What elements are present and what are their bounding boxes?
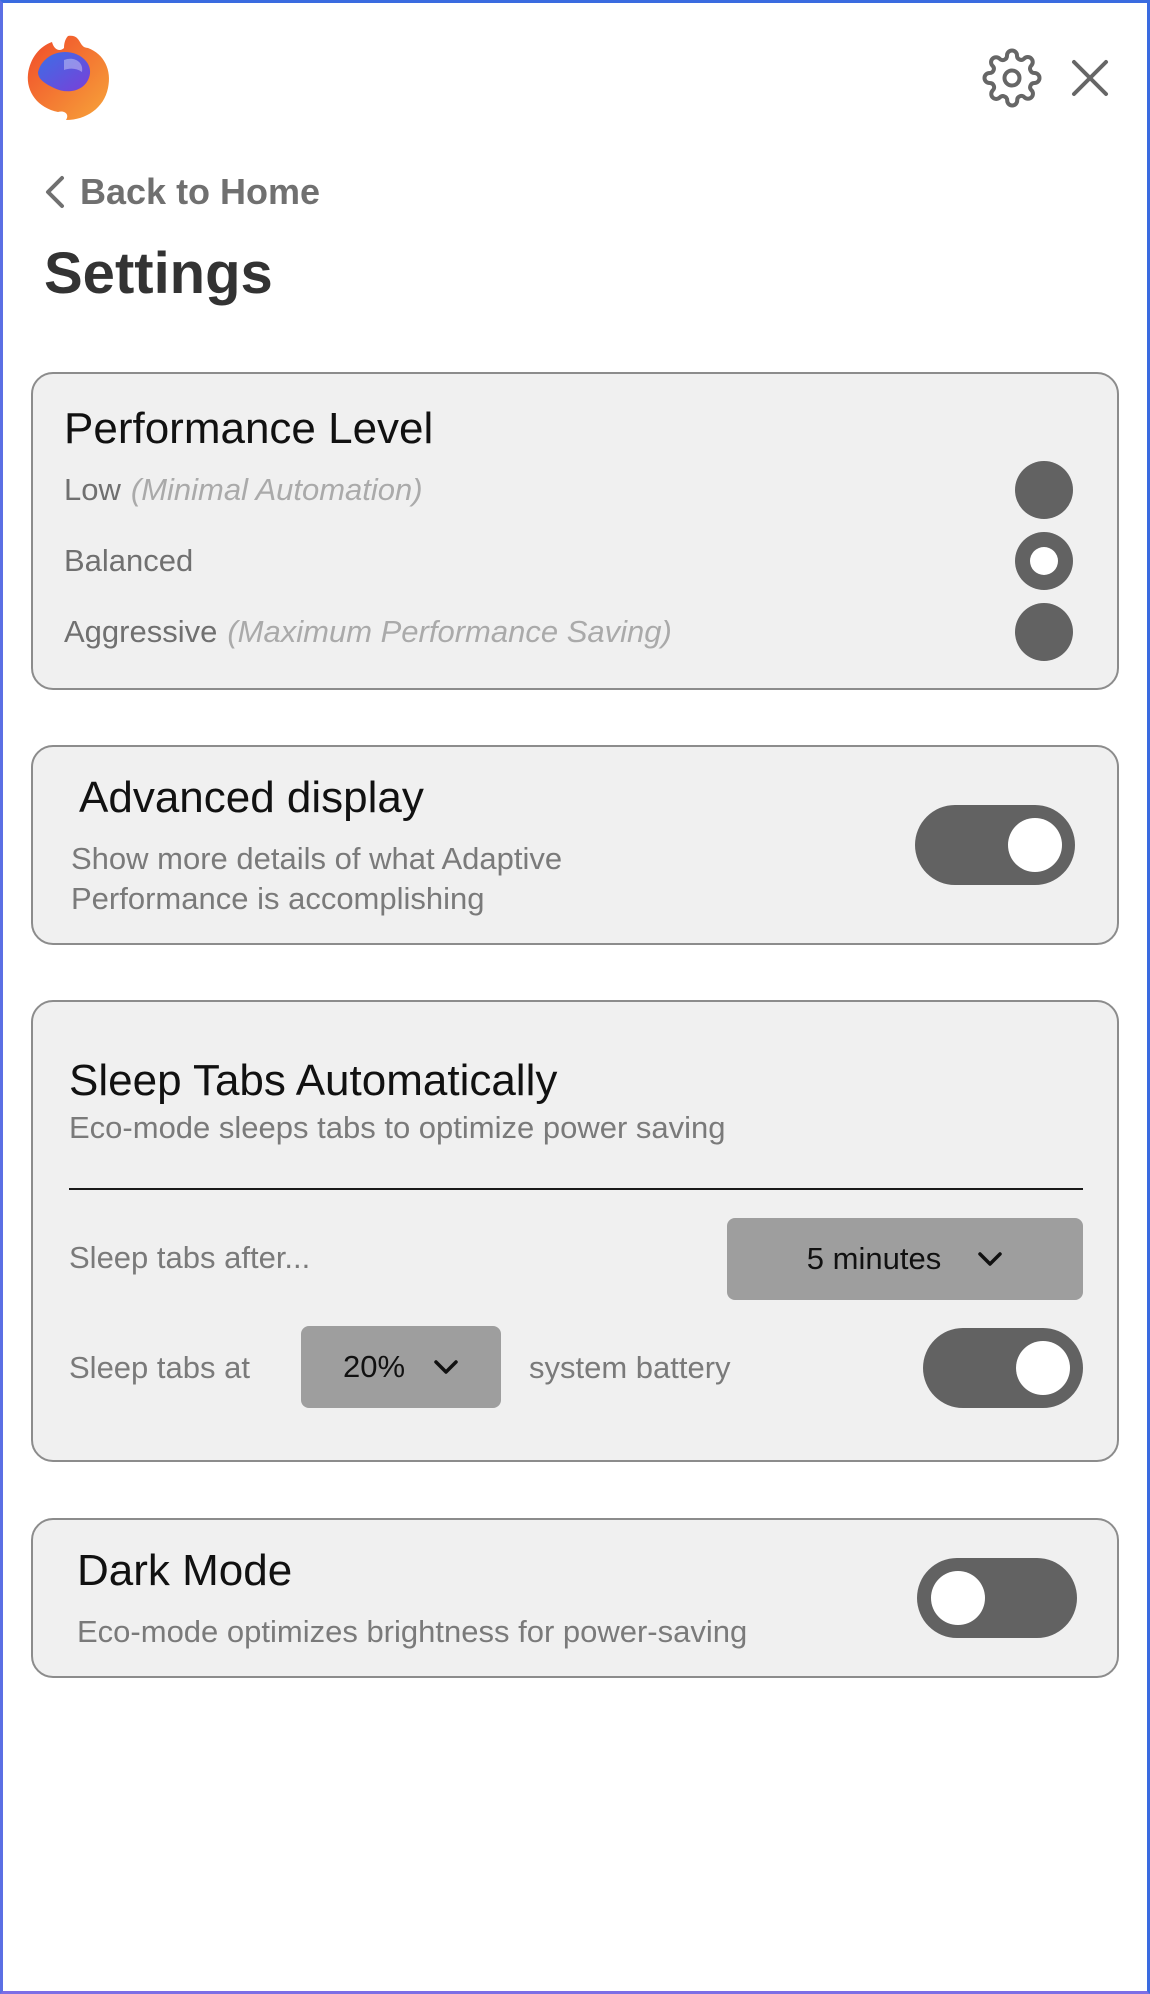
dropdown-value: 20% [342,1349,406,1384]
chevron-down-icon [434,1360,458,1374]
toggle-knob [1008,818,1062,872]
dark-mode-card: Dark Mode Eco-mode optimizes brightness … [31,1518,1119,1678]
advanced-display-card: Advanced display Show more details of wh… [31,745,1119,945]
performance-level-card: Performance Level Low (Minimal Automatio… [31,372,1119,690]
chevron-down-icon [978,1252,1002,1266]
sleep-tabs-title: Sleep Tabs Automatically [69,1056,558,1105]
battery-suffix-label: system battery [529,1350,731,1385]
sleep-after-label: Sleep tabs after... [69,1240,311,1275]
option-label: Balanced [64,543,194,578]
chevron-left-icon [46,176,64,208]
sleep-battery-toggle[interactable] [923,1328,1083,1408]
dropdown-value: 5 minutes [806,1241,942,1276]
app-header [0,0,1150,160]
divider [69,1188,1083,1190]
advanced-display-title: Advanced display [79,773,424,822]
dark-mode-title: Dark Mode [77,1546,293,1595]
back-to-home-link[interactable]: Back to Home [44,166,320,218]
radio-aggressive[interactable] [1015,603,1073,661]
advanced-display-description: Show more details of what Adaptive Perfo… [71,841,563,916]
option-label: Low [64,472,121,507]
performance-level-title: Performance Level [64,404,434,453]
close-icon[interactable] [1066,54,1114,102]
gear-icon[interactable] [982,48,1042,108]
radio-low[interactable] [1015,461,1073,519]
browser-flame-logo [27,35,110,120]
sleep-tabs-card: Sleep Tabs Automatically Eco-mode sleeps… [31,1000,1119,1462]
option-hint: (Minimal Automation) [130,472,423,507]
page-title: Settings [44,241,273,306]
advanced-display-toggle[interactable] [915,805,1075,885]
sleep-at-label: Sleep tabs at [69,1350,250,1385]
battery-threshold-dropdown[interactable]: 20% [301,1326,501,1408]
radio-balanced[interactable] [1015,532,1073,590]
option-label: Aggressive [64,614,218,649]
toggle-knob [931,1571,985,1625]
toggle-knob [1016,1341,1070,1395]
sleep-after-dropdown[interactable]: 5 minutes [727,1218,1083,1300]
option-hint: (Maximum Performance Saving) [227,614,672,649]
performance-option-balanced[interactable]: Balanced [64,531,1064,591]
dark-mode-toggle[interactable] [917,1558,1077,1638]
dark-mode-description: Eco-mode optimizes brightness for power-… [77,1614,748,1649]
sleep-tabs-description: Eco-mode sleeps tabs to optimize power s… [69,1110,726,1145]
performance-option-low[interactable]: Low (Minimal Automation) [64,460,1064,520]
performance-option-aggressive[interactable]: Aggressive (Maximum Performance Saving) [64,602,1064,662]
back-label: Back to Home [80,171,321,212]
